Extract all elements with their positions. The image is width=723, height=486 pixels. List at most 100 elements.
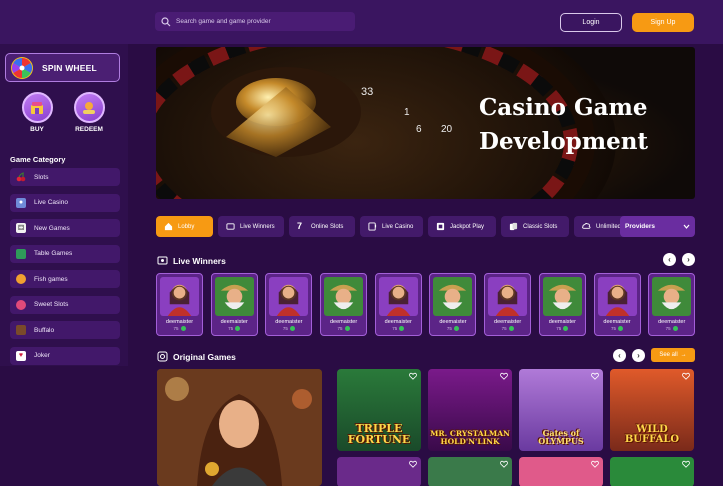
- coin-icon: [344, 326, 350, 331]
- redeem-label: REDEEM: [75, 126, 103, 133]
- game-title: TRIPLE FORTUNE: [347, 422, 411, 446]
- heart-icon[interactable]: [409, 372, 417, 380]
- original-games-label: Original Games: [173, 351, 236, 362]
- game-card-partial[interactable]: [337, 457, 421, 486]
- coin-icon: [563, 326, 569, 331]
- tab-label: Live Casino: [382, 223, 414, 230]
- winner-avatar: [324, 277, 364, 316]
- category-list: Slots ● Live Casino ⚃ New Games Table Ga…: [10, 168, 120, 372]
- category-item-new-games[interactable]: ⚃ New Games: [10, 219, 120, 237]
- winner-card[interactable]: deemaister 75: [538, 273, 586, 336]
- game-card-partial[interactable]: [428, 457, 512, 486]
- trophy-icon: [157, 256, 168, 265]
- games-prev-button[interactable]: ‹: [613, 349, 626, 362]
- winner-name: deemaister: [439, 319, 467, 325]
- joker-icon: ♥: [16, 350, 26, 361]
- buy-label: BUY: [30, 126, 44, 133]
- trophy-icon: [226, 223, 235, 230]
- jackpot-icon: [436, 222, 445, 231]
- tab-classic-slots[interactable]: Classic Slots: [501, 216, 569, 237]
- winner-card[interactable]: deemaister 75: [484, 273, 532, 336]
- winner-card[interactable]: deemaister 75: [210, 273, 258, 336]
- see-all-button[interactable]: See all →: [651, 348, 695, 362]
- featured-game-image[interactable]: [157, 369, 322, 486]
- coin-icon: [235, 326, 241, 331]
- buffalo-icon: [16, 325, 26, 335]
- category-label: New Games: [34, 224, 70, 232]
- game-card-mr-crystalman[interactable]: MR. CRYSTALMAN HOLD'N'LINK: [428, 369, 512, 451]
- winner-card[interactable]: deemaister 75: [648, 273, 696, 336]
- coin-icon: [180, 326, 186, 331]
- category-item-buffalo[interactable]: Buffalo: [10, 321, 120, 339]
- heart-icon[interactable]: [682, 460, 690, 468]
- hero-banner[interactable]: 33 1 20 6 Casino Game Development: [156, 47, 695, 199]
- search-input[interactable]: Search game and game provider: [155, 12, 355, 31]
- winner-name: deemaister: [275, 319, 303, 325]
- top-header: Search game and game provider Login Sign…: [0, 0, 723, 44]
- heart-icon[interactable]: [682, 372, 690, 380]
- live-winners-list: deemaister 75 deemaister 75 deemaister 7…: [156, 273, 696, 336]
- signup-button[interactable]: Sign Up: [632, 13, 694, 32]
- heart-icon[interactable]: [409, 460, 417, 468]
- login-button[interactable]: Login: [560, 13, 622, 32]
- game-card-gates-of-olympus[interactable]: Gates of OLYMPUS: [519, 369, 603, 451]
- games-next-button[interactable]: ›: [632, 349, 645, 362]
- winner-avatar: [214, 277, 254, 316]
- svg-text:6: 6: [416, 124, 422, 135]
- category-item-joker[interactable]: ♥ Joker: [10, 346, 120, 365]
- candy-icon: [16, 299, 26, 310]
- winner-name: deemaister: [548, 319, 576, 325]
- game-card-partial[interactable]: [610, 457, 694, 486]
- winners-next-button[interactable]: ›: [682, 253, 695, 266]
- arrow-right-icon: →: [680, 352, 687, 358]
- winner-card[interactable]: deemaister 75: [265, 273, 313, 336]
- game-title: MR. CRYSTALMAN HOLD'N'LINK: [430, 429, 510, 446]
- heart-icon[interactable]: [500, 372, 508, 380]
- tab-live-winners[interactable]: Live Winners: [218, 216, 284, 237]
- sidebar: SPIN WHEEL BUY REDEEM Game Category Slot…: [0, 44, 128, 366]
- woman-casino-image: [157, 369, 322, 486]
- heart-icon[interactable]: [500, 460, 508, 468]
- dealer-icon: ●: [16, 197, 26, 208]
- providers-dropdown[interactable]: Providers: [620, 216, 695, 237]
- winner-name: deemaister: [329, 319, 358, 325]
- winner-card[interactable]: deemaister 75: [374, 273, 422, 336]
- winner-card[interactable]: deemaister 75: [429, 273, 477, 336]
- heart-icon[interactable]: [591, 460, 599, 468]
- winner-card[interactable]: deemaister 75: [593, 273, 641, 336]
- category-label: Joker: [34, 352, 50, 359]
- home-icon: [164, 222, 173, 231]
- see-all-label: See all: [659, 352, 678, 358]
- spin-wheel-button[interactable]: SPIN WHEEL: [5, 53, 120, 82]
- winner-name: deemaister: [165, 319, 194, 325]
- category-label: Live Casino: [34, 199, 68, 206]
- heart-icon[interactable]: [591, 372, 599, 380]
- redeem-button[interactable]: REDEEM: [69, 92, 109, 133]
- tab-lobby[interactable]: Lobby: [156, 216, 213, 237]
- winner-card[interactable]: deemaister 75: [156, 273, 203, 336]
- coin-icon: [289, 326, 295, 331]
- tab-jackpot-play[interactable]: Jackpot Play: [428, 216, 496, 237]
- category-item-sweet-slots[interactable]: Sweet Slots: [10, 295, 120, 314]
- category-item-slots[interactable]: Slots: [10, 168, 120, 186]
- tab-online-slots[interactable]: 7 Online Slots: [289, 216, 355, 237]
- winners-prev-button[interactable]: ‹: [663, 253, 676, 266]
- seven-icon: 7: [297, 221, 303, 231]
- game-card-wild-buffalo[interactable]: WILD BUFFALO: [610, 369, 694, 451]
- tab-live-casino[interactable]: Live Casino: [360, 216, 423, 237]
- category-label: Table Games: [34, 250, 73, 257]
- winner-amount: 75: [502, 326, 514, 331]
- category-item-live-casino[interactable]: ● Live Casino: [10, 193, 120, 212]
- game-card-triple-fortune[interactable]: TRIPLE FORTUNE: [337, 369, 421, 451]
- category-item-table-games[interactable]: Table Games: [10, 244, 120, 263]
- tab-label: Classic Slots: [523, 223, 558, 230]
- coin-icon: [508, 326, 514, 331]
- category-item-fish-games[interactable]: Fish games: [10, 270, 120, 288]
- game-title: Gates of OLYMPUS: [538, 428, 584, 446]
- game-card-partial[interactable]: [519, 457, 603, 486]
- winner-card[interactable]: deemaister 75: [320, 273, 368, 336]
- winner-amount: 75: [283, 326, 295, 331]
- winner-avatar: [597, 277, 637, 316]
- winner-amount: 75: [447, 326, 459, 331]
- buy-button[interactable]: BUY: [17, 92, 57, 133]
